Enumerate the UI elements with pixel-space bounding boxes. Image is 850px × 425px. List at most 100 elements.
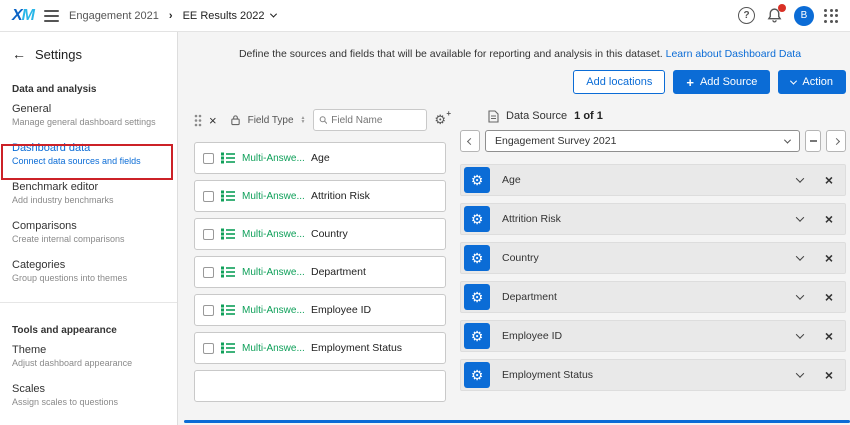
sidebar-item-desc: Assign scales to questions	[12, 397, 165, 407]
settings-sidebar: ← Settings Data and analysis General Man…	[0, 32, 178, 425]
remove-source-button[interactable]	[805, 130, 821, 152]
field-checkbox[interactable]	[203, 191, 214, 202]
back-to-settings[interactable]: ← Settings	[0, 32, 177, 62]
source-field-row[interactable]: ⚙ Employee ID ×	[460, 320, 846, 352]
help-icon[interactable]: ?	[738, 7, 755, 24]
close-icon[interactable]: ×	[825, 173, 833, 187]
sidebar-item[interactable]: General Manage general dashboard setting…	[0, 95, 177, 134]
field-checkbox[interactable]	[203, 305, 214, 316]
sort-icon[interactable]: ▲▼	[301, 116, 306, 124]
field-checkbox[interactable]	[203, 153, 214, 164]
field-row[interactable]: Multi-Answe... Age	[194, 142, 446, 174]
field-row-partial	[194, 370, 446, 402]
chevron-down-icon[interactable]	[796, 369, 804, 377]
sidebar-nav-data-analysis: General Manage general dashboard setting…	[0, 95, 177, 290]
close-icon[interactable]: ×	[825, 329, 833, 343]
horizontal-scrollbar[interactable]	[184, 420, 850, 423]
source-list: ⚙ Age × ⚙ Attrition Risk ×	[460, 164, 846, 391]
field-settings-button[interactable]: ⚙	[464, 323, 490, 349]
action-button[interactable]: Action	[778, 70, 846, 94]
field-row[interactable]: Multi-Answe... Employment Status	[194, 332, 446, 364]
search-input[interactable]	[331, 115, 421, 126]
data-source-page: 1 of 1	[574, 110, 603, 122]
sidebar-item[interactable]: Theme Adjust dashboard appearance	[0, 336, 177, 375]
field-name-label: Country	[311, 228, 348, 240]
field-name-search[interactable]	[313, 109, 428, 131]
chevron-down-icon[interactable]	[796, 174, 804, 182]
field-type-label: Multi-Answe...	[242, 229, 304, 240]
sidebar-item[interactable]: Comparisons Create internal comparisons	[0, 212, 177, 251]
field-type-column-header: Field Type	[248, 115, 294, 126]
sidebar-item[interactable]: Dashboard data Connect data sources and …	[0, 134, 177, 173]
field-checkbox[interactable]	[203, 267, 214, 278]
sidebar-item-desc: Group questions into themes	[12, 273, 165, 283]
close-icon[interactable]: ×	[825, 251, 833, 265]
xm-logo[interactable]: XM	[12, 7, 34, 25]
sidebar-item[interactable]: Scales Assign scales to questions	[0, 375, 177, 414]
field-settings-button[interactable]: ⚙	[464, 167, 490, 193]
sidebar-item[interactable]: Categories Group questions into themes	[0, 251, 177, 290]
field-row[interactable]: Multi-Answe... Country	[194, 218, 446, 250]
source-select[interactable]: Engagement Survey 2021	[485, 130, 800, 152]
close-icon[interactable]: ×	[825, 290, 833, 304]
dashboard-data-main: Define the sources and fields that will …	[178, 32, 850, 425]
source-field-row[interactable]: ⚙ Age ×	[460, 164, 846, 196]
source-select-value: Engagement Survey 2021	[495, 135, 777, 147]
chevron-down-icon[interactable]	[796, 291, 804, 299]
sidebar-item-label: Categories	[12, 259, 165, 271]
chevron-down-icon[interactable]	[796, 330, 804, 338]
field-type-label: Multi-Answe...	[242, 267, 304, 278]
sidebar-item-desc: Manage general dashboard settings	[12, 117, 165, 127]
hamburger-menu-icon[interactable]	[44, 10, 59, 22]
gear-icon: ⚙	[471, 328, 484, 345]
multi-answer-icon	[221, 152, 235, 164]
field-settings-gear-icon[interactable]: ⚙+	[434, 112, 446, 128]
field-row[interactable]: Multi-Answe... Attrition Risk	[194, 180, 446, 212]
source-field-row[interactable]: ⚙ Department ×	[460, 281, 846, 313]
action-buttons-row: Add locations +Add Source Action	[194, 70, 846, 94]
notification-badge	[778, 4, 786, 12]
field-settings-button[interactable]: ⚙	[464, 362, 490, 388]
chevron-down-icon[interactable]	[796, 213, 804, 221]
add-source-button[interactable]: +Add Source	[673, 70, 770, 94]
back-arrow-icon: ←	[12, 46, 26, 62]
notifications-bell-icon[interactable]	[765, 6, 784, 25]
learn-about-link[interactable]: Learn about Dashboard Data	[666, 48, 801, 60]
previous-source-button[interactable]	[460, 130, 480, 152]
field-settings-button[interactable]: ⚙	[464, 284, 490, 310]
sidebar-divider	[0, 302, 177, 303]
app-window: XM Engagement 2021 › EE Results 2022 ? B…	[0, 0, 850, 425]
field-checkbox[interactable]	[203, 343, 214, 354]
field-settings-button[interactable]: ⚙	[464, 245, 490, 271]
apps-grid-icon[interactable]	[824, 9, 838, 23]
multi-answer-icon	[221, 342, 235, 354]
source-field-row[interactable]: ⚙ Employment Status ×	[460, 359, 846, 391]
field-type-label: Multi-Answe...	[242, 305, 304, 316]
drag-handle-icon[interactable]	[194, 114, 202, 127]
field-row[interactable]: Multi-Answe... Employee ID	[194, 294, 446, 326]
chevron-down-icon[interactable]	[796, 252, 804, 260]
field-settings-button[interactable]: ⚙	[464, 206, 490, 232]
close-icon[interactable]: ×	[825, 368, 833, 382]
sidebar-item-desc: Connect data sources and fields	[12, 156, 165, 166]
add-locations-button[interactable]: Add locations	[573, 70, 665, 94]
field-type-label: Multi-Answe...	[242, 343, 304, 354]
multi-answer-icon	[221, 266, 235, 278]
next-source-button[interactable]	[826, 130, 846, 152]
source-field-row[interactable]: ⚙ Country ×	[460, 242, 846, 274]
data-source-controls: Engagement Survey 2021	[460, 130, 846, 152]
gear-icon: ⚙	[471, 172, 484, 189]
sidebar-item[interactable]: Benchmark editor Add industry benchmarks	[0, 173, 177, 212]
close-icon[interactable]: ×	[825, 212, 833, 226]
source-field-label: Employment Status	[502, 369, 785, 381]
fields-panel: × Field Type ▲▼ ⚙+	[194, 108, 446, 408]
field-row[interactable]: Multi-Answe... Department	[194, 256, 446, 288]
breadcrumb-current[interactable]: EE Results 2022	[183, 10, 276, 22]
field-checkbox[interactable]	[203, 229, 214, 240]
avatar[interactable]: B	[794, 6, 814, 26]
breadcrumb-parent[interactable]: Engagement 2021	[69, 10, 159, 22]
multi-answer-icon	[221, 190, 235, 202]
data-source-panel: Data Source 1 of 1 Engagement Survey 202…	[460, 108, 846, 398]
source-field-row[interactable]: ⚙ Attrition Risk ×	[460, 203, 846, 235]
close-icon[interactable]: ×	[209, 114, 217, 127]
